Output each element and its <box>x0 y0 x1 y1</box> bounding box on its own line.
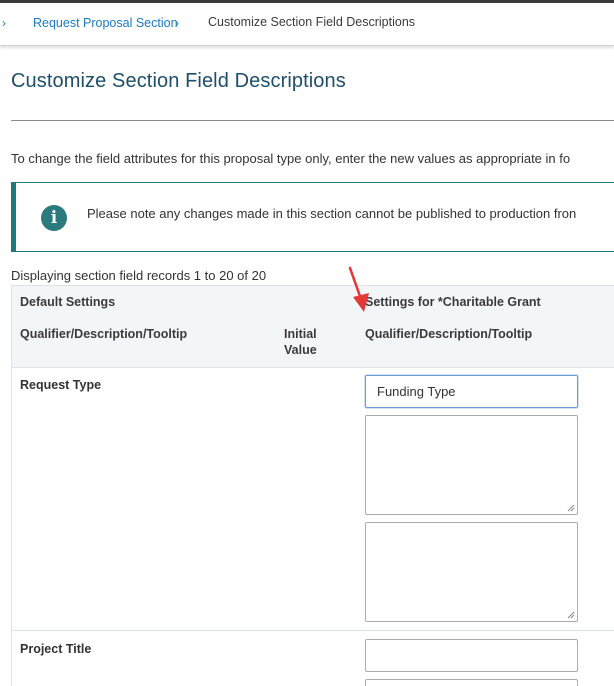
breadcrumb-current: Customize Section Field Descriptions <box>208 15 416 29</box>
header-default-settings: Default Settings <box>20 295 116 309</box>
breadcrumb: › Request Proposal Section › Customize S… <box>0 3 614 46</box>
description-textarea-request-type[interactable] <box>365 415 578 515</box>
info-icon: i <box>41 205 67 231</box>
header-custom-qualifier: Qualifier/Description/Tooltip <box>365 327 533 341</box>
table-header: Default Settings Settings for *Charitabl… <box>12 286 614 368</box>
tooltip-textarea-request-type[interactable] <box>365 522 578 622</box>
header-initial: Initial <box>284 327 317 341</box>
breadcrumb-separator: › <box>175 16 179 30</box>
section-fields-table: Default Settings Settings for *Charitabl… <box>11 285 614 686</box>
breadcrumb-link-request-proposal-section[interactable]: Request Proposal Section <box>33 16 178 30</box>
resize-handle-icon[interactable] <box>567 504 575 512</box>
resize-handle-icon[interactable] <box>567 611 575 619</box>
row-label-project-title: Project Title <box>20 642 92 656</box>
intro-text: To change the field attributes for this … <box>11 151 571 166</box>
alert-message: Please note any changes made in this sec… <box>87 206 577 221</box>
header-custom-settings: Settings for *Charitable Grant <box>365 295 541 309</box>
page-title: Customize Section Field Descriptions <box>11 70 346 92</box>
qualifier-input-project-title[interactable] <box>365 639 578 672</box>
row-label-request-type: Request Type <box>20 378 102 392</box>
description-textarea-project-title[interactable] <box>365 679 578 686</box>
header-qualifier: Qualifier/Description/Tooltip <box>20 327 188 341</box>
info-alert: i Please note any changes made in this s… <box>11 182 614 252</box>
records-count: Displaying section field records 1 to 20… <box>11 268 267 283</box>
breadcrumb-separator: › <box>2 16 6 30</box>
qualifier-input-request-type[interactable] <box>365 375 578 408</box>
title-divider <box>11 120 614 121</box>
header-value: Value <box>284 343 317 357</box>
row-divider <box>12 630 614 631</box>
